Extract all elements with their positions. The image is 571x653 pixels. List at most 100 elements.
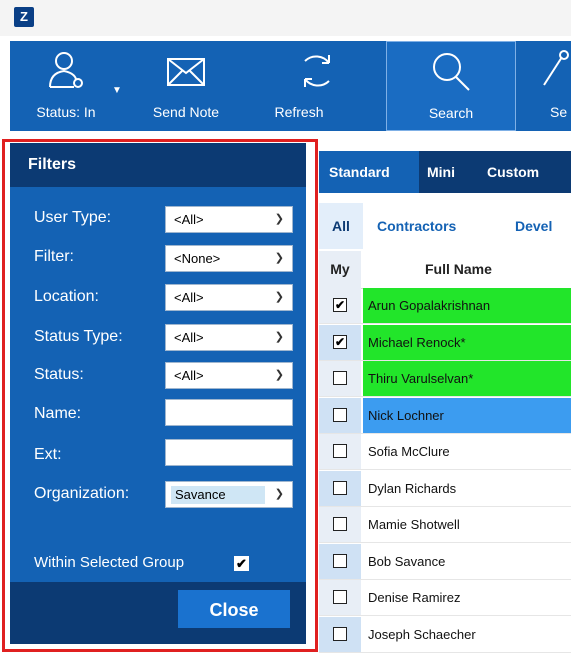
chevron-down-icon: ❯ (274, 488, 284, 500)
row-my-cell (319, 470, 361, 506)
close-button[interactable]: Close (178, 590, 290, 628)
chevron-down-icon[interactable]: ▼ (112, 85, 122, 96)
status-type-select[interactable]: <All> ❯ (165, 324, 293, 351)
row-checkbox[interactable] (333, 371, 347, 385)
name-label: Name: (34, 405, 82, 422)
tab-custom[interactable]: Custom (487, 151, 539, 193)
envelope-icon (167, 58, 205, 86)
send-note-button[interactable]: Send Note (130, 41, 242, 131)
row-checkbox[interactable] (333, 553, 347, 568)
row-checkbox[interactable] (333, 407, 347, 422)
row-my-cell: ✔ (319, 324, 361, 360)
user-type-label: User Type: (34, 209, 112, 226)
row-checkbox[interactable]: ✔ (333, 298, 347, 312)
ext-label: Ext: (34, 446, 62, 463)
row-checkbox[interactable] (333, 480, 347, 495)
grid-header: My Full Name (319, 251, 571, 289)
row-full-name: Nick Lochner (363, 397, 571, 433)
row-checkbox[interactable] (333, 517, 347, 531)
organization-select[interactable]: Savance ❯ (165, 481, 293, 508)
search-icon (433, 53, 470, 91)
status-label: Status: In (36, 104, 96, 120)
tab-mini[interactable]: Mini (427, 151, 455, 193)
row-full-name: Thiru Varulselvan* (363, 361, 571, 396)
row-full-name: Michael Renock* (363, 324, 571, 360)
organization-label: Organization: (34, 485, 130, 502)
wrench-icon (543, 50, 569, 86)
within-group-label: Within Selected Group (34, 554, 185, 571)
search-label: Search (428, 105, 474, 121)
row-checkbox[interactable] (333, 626, 347, 641)
organization-value: Savance (171, 486, 265, 504)
tab-devel[interactable]: Devel (515, 203, 552, 249)
filter-label: Filter: (34, 248, 74, 265)
chevron-down-icon: ❯ (274, 331, 284, 343)
row-checkbox[interactable]: ✔ (333, 334, 347, 349)
table-row[interactable]: Nick Lochner (319, 397, 571, 434)
table-row[interactable]: Sofia McClure (319, 434, 571, 470)
status-select[interactable]: <All> ❯ (165, 362, 293, 389)
row-my-cell (319, 434, 361, 469)
location-label: Location: (34, 288, 99, 305)
row-checkbox[interactable] (333, 590, 347, 604)
row-my-cell: ✔ (319, 288, 361, 323)
filters-panel: Filters User Type: <All> ❯ Filter: <None… (10, 143, 306, 644)
row-checkbox[interactable] (333, 444, 347, 458)
settings-partial-label: Se (550, 104, 568, 120)
table-row[interactable]: Mamie Shotwell (319, 507, 571, 543)
within-group-checkbox[interactable]: ✔ (234, 556, 249, 571)
col-my-header[interactable]: My (319, 251, 361, 288)
status-label: Status: (34, 366, 84, 383)
tab-all[interactable]: All (319, 203, 363, 249)
row-my-cell (319, 397, 361, 433)
name-input[interactable] (165, 399, 293, 426)
user-status-icon (49, 52, 83, 88)
chevron-down-icon: ❯ (274, 369, 284, 381)
refresh-button[interactable]: Refresh (272, 41, 362, 131)
row-full-name: Joseph Schaecher (368, 626, 476, 642)
location-select[interactable]: <All> ❯ (165, 284, 293, 311)
col-name-header[interactable]: Full Name (363, 251, 571, 288)
table-row[interactable]: Thiru Varulselvan* (319, 361, 571, 397)
refresh-icon (304, 55, 330, 87)
status-value: <All> (174, 368, 204, 383)
table-row[interactable]: Dylan Richards (319, 470, 571, 507)
search-button[interactable]: Search (386, 41, 516, 131)
status-button[interactable]: ▼ Status: In (10, 41, 122, 131)
status-type-value: <All> (174, 330, 204, 345)
filter-value: <None> (174, 251, 221, 266)
filters-title: Filters (10, 143, 306, 187)
table-row[interactable]: ✔ Michael Renock* (319, 324, 571, 361)
row-my-cell (319, 507, 361, 542)
row-full-name: Denise Ramirez (368, 590, 461, 605)
row-my-cell (319, 616, 361, 652)
user-type-select[interactable]: <All> ❯ (165, 206, 293, 233)
tab-contractors[interactable]: Contractors (377, 203, 456, 249)
refresh-label: Refresh (274, 104, 324, 120)
title-bar: Z (0, 0, 571, 36)
table-row[interactable]: Denise Ramirez (319, 580, 571, 616)
row-my-cell (319, 543, 361, 579)
row-full-name: Dylan Richards (368, 480, 457, 496)
filter-select[interactable]: <None> ❯ (165, 245, 293, 272)
row-my-cell (319, 580, 361, 615)
table-row[interactable]: Bob Savance (319, 543, 571, 580)
tab-standard[interactable]: Standard (319, 151, 419, 193)
row-full-name: Mamie Shotwell (368, 517, 460, 532)
user-type-value: <All> (174, 212, 204, 227)
ext-input[interactable] (165, 439, 293, 466)
chevron-down-icon: ❯ (274, 213, 284, 225)
send-note-label: Send Note (152, 104, 220, 120)
app-logo-icon: Z (14, 7, 34, 27)
table-row[interactable]: Joseph Schaecher (319, 616, 571, 653)
chevron-down-icon: ❯ (274, 291, 284, 303)
filters-footer: Close (10, 582, 306, 644)
settings-button[interactable]: Se (540, 41, 571, 131)
row-full-name: Sofia McClure (368, 444, 450, 459)
table-row[interactable]: ✔ Arun Gopalakrishnan (319, 288, 571, 324)
location-value: <All> (174, 290, 204, 305)
group-tabs: All Contractors Devel (319, 203, 571, 249)
row-full-name: Bob Savance (368, 553, 446, 569)
view-tabs: Standard Mini Custom (319, 151, 571, 193)
row-full-name: Arun Gopalakrishnan (363, 288, 571, 323)
